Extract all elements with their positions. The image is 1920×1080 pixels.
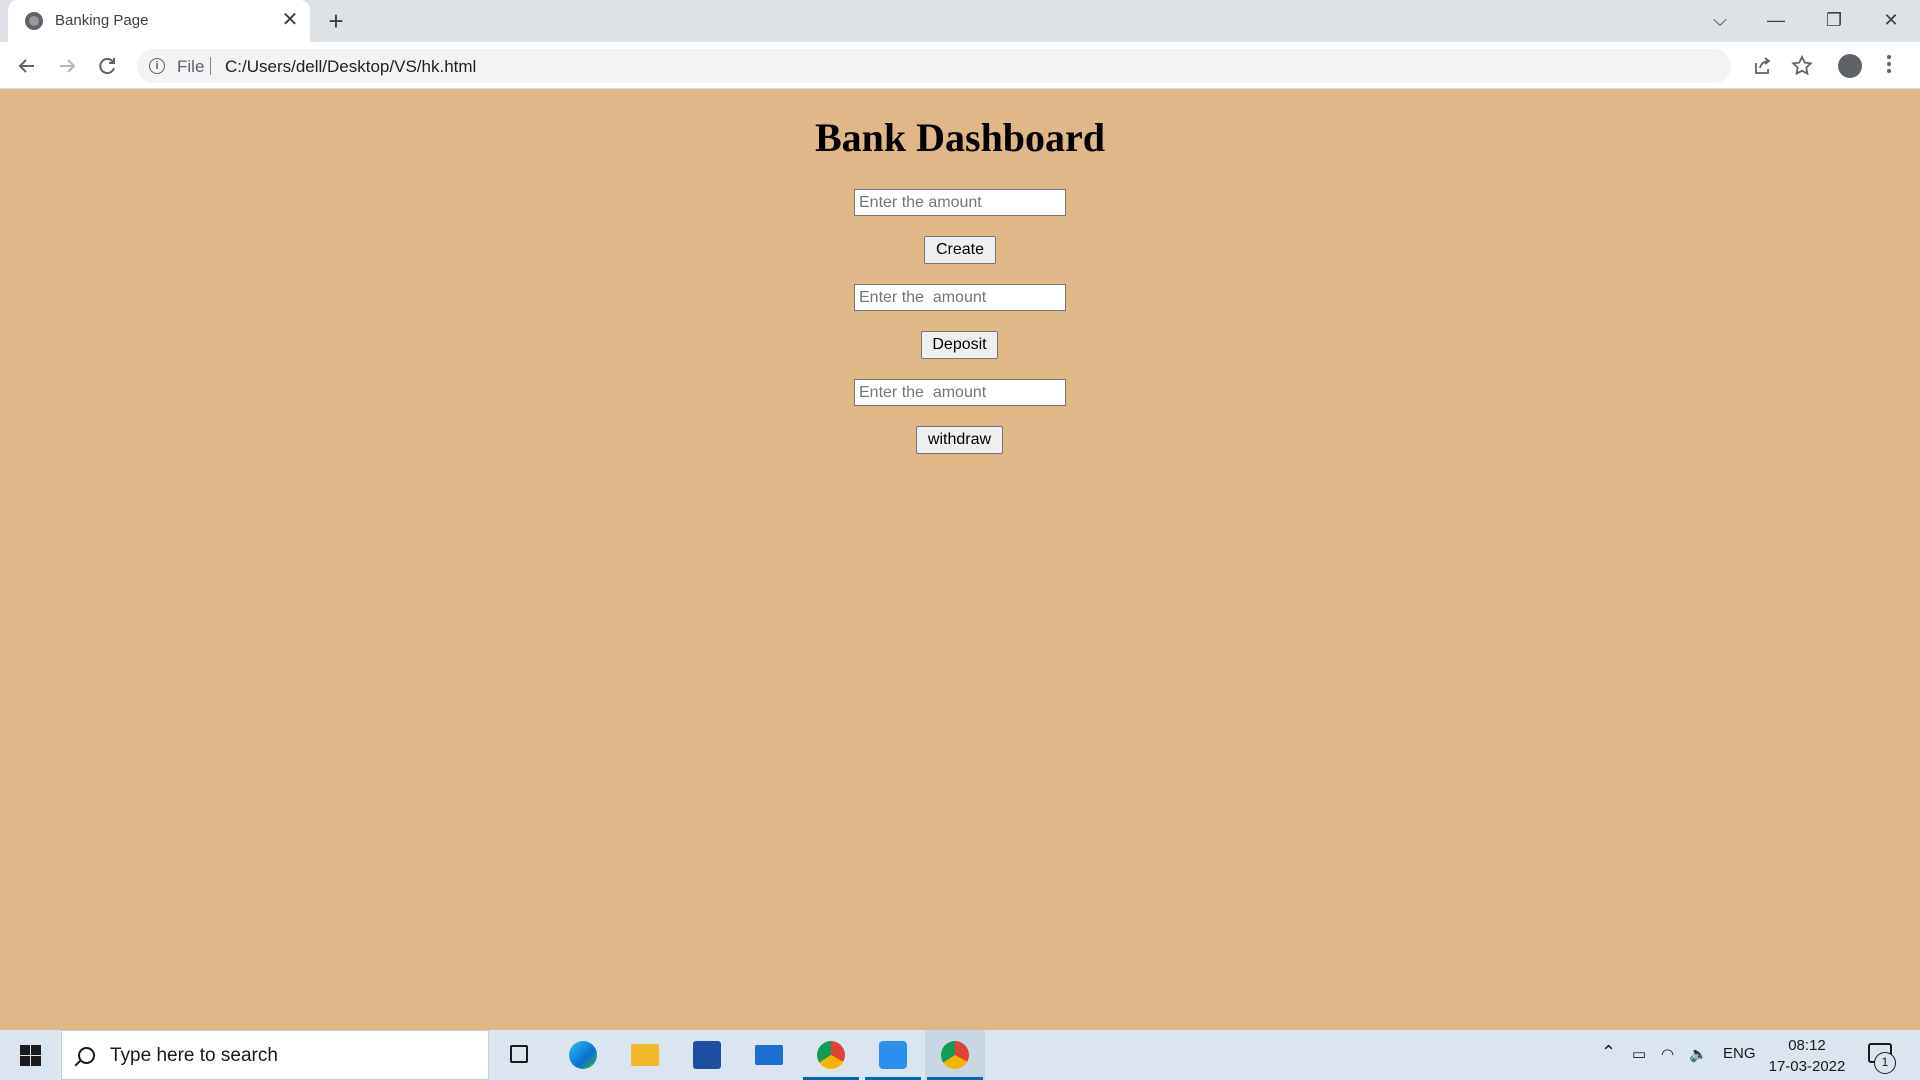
tab-search-icon[interactable]: ⌵ <box>1700 6 1740 34</box>
withdraw-amount-input[interactable] <box>854 379 1066 406</box>
vs-code-icon[interactable] <box>863 1030 923 1080</box>
create-button[interactable]: Create <box>924 236 996 264</box>
create-amount-input[interactable] <box>854 189 1066 216</box>
chrome-icon[interactable] <box>925 1030 985 1080</box>
tab-title: Banking Page <box>55 12 149 29</box>
mail-icon[interactable] <box>739 1030 799 1080</box>
menu-dots-icon[interactable] <box>1883 52 1895 80</box>
address-bar[interactable]: i File C:/Users/dell/Desktop/VS/hk.html <box>137 49 1731 83</box>
restore-button[interactable]: ❐ <box>1814 6 1854 34</box>
language-indicator[interactable]: ENG <box>1723 1045 1756 1062</box>
browser-tab-strip: Banking Page ✕ + ⌵ — ❐ ✕ <box>0 0 1920 42</box>
page-viewport <box>0 89 1920 1030</box>
info-icon[interactable]: i <box>149 58 165 74</box>
clock-time: 08:12 <box>1788 1037 1826 1054</box>
bookmark-star-icon[interactable] <box>1787 51 1817 81</box>
volume-icon[interactable]: 🔈 <box>1689 1045 1708 1063</box>
taskbar-search-box[interactable]: Type here to search <box>61 1030 489 1080</box>
divider <box>210 57 211 75</box>
task-view-icon[interactable] <box>490 1030 550 1080</box>
profile-avatar-icon[interactable] <box>1838 54 1862 78</box>
forward-arrow-icon[interactable] <box>52 51 82 81</box>
new-tab-button[interactable]: + <box>322 8 350 36</box>
deposit-button[interactable]: Deposit <box>921 331 998 359</box>
microsoft-store-icon[interactable] <box>677 1030 737 1080</box>
globe-icon <box>25 12 43 30</box>
withdraw-button[interactable]: withdraw <box>916 426 1003 454</box>
close-window-button[interactable]: ✕ <box>1871 6 1911 34</box>
clock[interactable]: 08:12 17-03-2022 <box>1763 1035 1851 1077</box>
chrome-profile-icon[interactable] <box>801 1030 861 1080</box>
notification-badge: 1 <box>1874 1052 1896 1074</box>
search-placeholder: Type here to search <box>110 1045 278 1066</box>
file-explorer-icon[interactable] <box>615 1030 675 1080</box>
taskbar: Type here to search ⌃ ▭ ◠ 🔈 ENG 08:12 17… <box>0 1030 1920 1080</box>
close-tab-icon[interactable]: ✕ <box>280 10 300 30</box>
minimize-button[interactable]: — <box>1756 6 1796 34</box>
scheme-label: File <box>177 57 205 76</box>
url-text[interactable]: C:/Users/dell/Desktop/VS/hk.html <box>225 57 476 77</box>
back-arrow-icon[interactable] <box>12 51 42 81</box>
battery-icon[interactable]: ▭ <box>1632 1045 1646 1063</box>
edge-icon[interactable] <box>553 1030 613 1080</box>
share-icon[interactable] <box>1747 51 1777 81</box>
page-title: Bank Dashboard <box>814 115 1106 160</box>
search-icon <box>78 1047 95 1064</box>
browser-tab[interactable]: Banking Page ✕ <box>8 0 310 42</box>
clock-date: 17-03-2022 <box>1768 1058 1846 1075</box>
browser-toolbar: i File C:/Users/dell/Desktop/VS/hk.html <box>0 42 1920 89</box>
deposit-amount-input[interactable] <box>854 284 1066 311</box>
chevron-up-icon[interactable]: ⌃ <box>1601 1042 1616 1063</box>
reload-icon[interactable] <box>92 51 122 81</box>
windows-start-icon[interactable] <box>10 1041 50 1069</box>
wifi-icon[interactable]: ◠ <box>1661 1045 1674 1063</box>
